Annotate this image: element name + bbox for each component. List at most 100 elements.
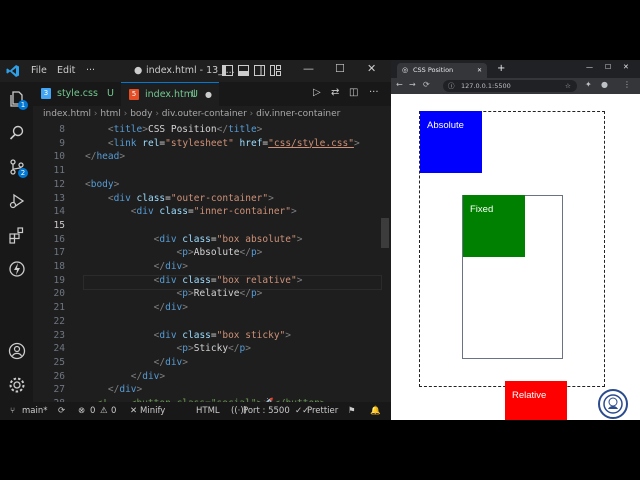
- editor-tabs: 3 style.css U 5 index.html U ● ▷ ⇄ ◫ ···: [33, 82, 391, 107]
- code-line[interactable]: <p>Sticky</p>: [85, 343, 251, 354]
- search-icon[interactable]: [8, 124, 26, 142]
- line-number: 9: [59, 137, 65, 149]
- maximize-icon[interactable]: ☐: [605, 63, 611, 71]
- error-count[interactable]: 0: [90, 402, 95, 420]
- forward-icon[interactable]: →: [409, 80, 416, 89]
- close-icon[interactable]: ✕: [367, 62, 376, 75]
- run-icon[interactable]: ▷: [313, 87, 321, 98]
- code-line[interactable]: <div class="box sticky">: [85, 330, 291, 341]
- branch-icon: ⑂: [10, 406, 16, 416]
- box-absolute: Absolute: [420, 111, 482, 173]
- profile-icon[interactable]: ●: [601, 80, 608, 89]
- line-number: 23: [53, 329, 65, 341]
- code-line[interactable]: <link rel="stylesheet" href="css/style.c…: [85, 138, 360, 149]
- code-line[interactable]: </div>: [85, 371, 165, 382]
- code-line[interactable]: </div>: [85, 384, 142, 395]
- browser-tab[interactable]: ◎ CSS Position ✕: [397, 63, 487, 78]
- line-number: 8: [59, 124, 65, 135]
- toggle-sidebar-icon[interactable]: [222, 65, 233, 76]
- tab-label: index.html: [145, 89, 196, 100]
- port-status[interactable]: Port : 5500: [243, 402, 290, 420]
- menu-file[interactable]: File: [31, 65, 47, 76]
- prettier-status[interactable]: Prettier: [307, 402, 338, 420]
- account-icon[interactable]: [8, 342, 26, 360]
- tab-close-icon[interactable]: ✕: [477, 63, 482, 78]
- feedback-icon[interactable]: ⚑: [348, 402, 356, 420]
- open-changes-icon[interactable]: ⇄: [331, 87, 339, 98]
- tab-status: U: [107, 88, 114, 99]
- breadcrumb-item[interactable]: div.outer-container: [162, 109, 247, 119]
- box-label: Relative: [512, 390, 547, 401]
- close-icon[interactable]: ✕: [623, 63, 629, 71]
- breadcrumb-item[interactable]: div.inner-container: [256, 109, 340, 119]
- customize-layout-icon[interactable]: [270, 65, 281, 76]
- info-icon: ⓘ: [448, 82, 455, 90]
- minify-x-icon: ✕: [130, 406, 138, 416]
- minimize-icon[interactable]: —: [303, 62, 314, 75]
- extensions-icon[interactable]: ✦: [585, 80, 592, 89]
- tab-index-html[interactable]: 5 index.html U ●: [121, 82, 219, 107]
- browser-tab-bar: ◎ CSS Position ✕ + — ☐ ✕: [391, 60, 640, 78]
- code-line[interactable]: <div class="box absolute">: [85, 234, 303, 245]
- line-number: 27: [53, 384, 65, 396]
- breadcrumb: index.html › html › body › div.outer-con…: [43, 109, 341, 119]
- code-line[interactable]: </div>: [85, 357, 188, 368]
- address-text: 127.0.0.1:5500: [461, 82, 511, 90]
- code-line[interactable]: </div>: [85, 261, 188, 272]
- browser-tab-title: CSS Position: [413, 66, 454, 74]
- tab-style-css[interactable]: 3 style.css U: [33, 82, 121, 106]
- sync-icon[interactable]: ⟳: [58, 402, 65, 420]
- code-editor[interactable]: 8 <title>CSS Position</title> 9 <link rel…: [33, 122, 391, 402]
- minimize-icon[interactable]: —: [586, 63, 593, 71]
- line-number: 25: [53, 356, 65, 368]
- code-line[interactable]: </div>: [85, 302, 188, 313]
- browser-window: ◎ CSS Position ✕ + — ☐ ✕ ← → ⟳ ⓘ 127.0.0…: [391, 60, 640, 420]
- code-line[interactable]: <div class="outer-container">: [85, 193, 274, 204]
- extensions-icon[interactable]: [8, 226, 26, 244]
- logo-icon: [603, 394, 623, 414]
- browser-menu-icon[interactable]: ⋮: [623, 80, 631, 89]
- maximize-icon[interactable]: ☐: [335, 62, 345, 75]
- settings-gear-icon[interactable]: [8, 376, 26, 394]
- code-line[interactable]: <p>Absolute</p>: [85, 247, 263, 258]
- run-debug-icon[interactable]: [8, 192, 26, 210]
- scrollbar-thumb[interactable]: [381, 218, 389, 248]
- code-line[interactable]: <div class="inner-container">: [85, 206, 297, 217]
- breadcrumb-item[interactable]: html: [100, 109, 121, 119]
- line-number: 14: [53, 206, 65, 218]
- code-line[interactable]: <div class="box relative">: [85, 275, 303, 286]
- toggle-panel-icon[interactable]: [238, 65, 249, 76]
- branch-name[interactable]: main*: [22, 402, 48, 420]
- toggle-secondary-sidebar-icon[interactable]: [254, 65, 265, 76]
- line-number: 19: [53, 274, 65, 286]
- code-line[interactable]: <p>Relative</p>: [85, 288, 263, 299]
- language-mode[interactable]: HTML: [196, 402, 220, 420]
- breadcrumb-item[interactable]: body: [130, 109, 152, 119]
- live-server-icon[interactable]: [8, 260, 26, 278]
- screen: File Edit ··· ● index.html - 13_l... — ☐…: [0, 60, 640, 420]
- new-tab-icon[interactable]: +: [497, 63, 505, 74]
- reload-icon[interactable]: ⟳: [423, 80, 430, 89]
- menu-more[interactable]: ···: [86, 65, 95, 76]
- line-number: 21: [53, 302, 65, 314]
- tab-label: style.css: [57, 88, 98, 99]
- code-line[interactable]: <title>CSS Position</title>: [85, 124, 263, 135]
- line-number: 13: [53, 192, 65, 204]
- code-line[interactable]: <body>: [85, 179, 119, 190]
- activity-bar: 1 2: [0, 82, 33, 402]
- back-icon[interactable]: ←: [396, 80, 403, 89]
- notifications-bell-icon[interactable]: 🔔: [370, 402, 381, 420]
- breadcrumb-item[interactable]: index.html: [43, 109, 91, 119]
- split-editor-icon[interactable]: ◫: [349, 87, 358, 98]
- address-bar[interactable]: ⓘ 127.0.0.1:5500 ☆: [443, 80, 577, 92]
- minify-button[interactable]: Minify: [140, 402, 165, 420]
- line-number: 12: [53, 178, 65, 190]
- css-file-icon: 3: [41, 88, 51, 99]
- more-actions-icon[interactable]: ···: [369, 87, 379, 98]
- bookmark-star-icon[interactable]: ☆: [565, 80, 571, 92]
- code-line[interactable]: </head>: [85, 151, 125, 162]
- menu-edit[interactable]: Edit: [57, 65, 75, 76]
- warning-count[interactable]: 0: [111, 402, 116, 420]
- line-number: 15: [53, 219, 65, 231]
- explorer-badge: 1: [18, 100, 28, 110]
